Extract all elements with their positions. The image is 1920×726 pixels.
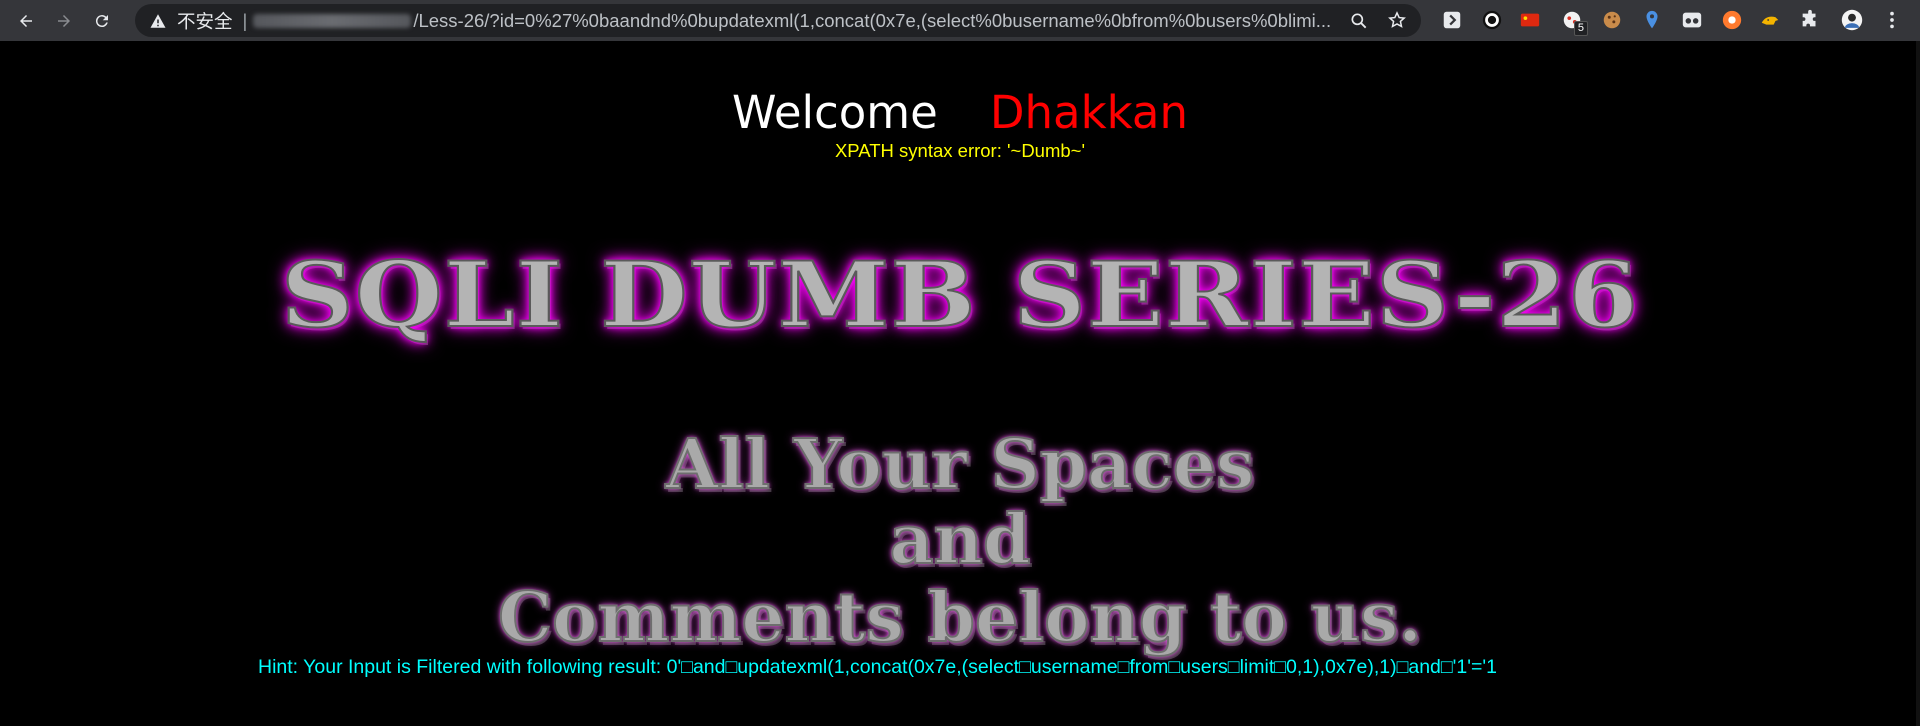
extension-cookie-icon[interactable] bbox=[1600, 8, 1624, 32]
back-button[interactable] bbox=[8, 3, 44, 39]
extension-ring-icon[interactable] bbox=[1480, 8, 1504, 32]
warning-triangle-icon bbox=[150, 13, 166, 28]
reload-button[interactable] bbox=[84, 3, 120, 39]
url-separator: | bbox=[242, 9, 248, 31]
page-scrollbar[interactable] bbox=[1916, 41, 1920, 726]
not-secure-label[interactable]: 不安全 bbox=[177, 8, 233, 34]
browser-menu-kebab-icon[interactable] bbox=[1880, 8, 1904, 32]
forward-button[interactable] bbox=[46, 3, 82, 39]
welcome-text: Welcome bbox=[731, 86, 938, 139]
blurred-host bbox=[253, 13, 412, 28]
address-bar[interactable]: 不安全 | /Less-26/?id=0%27%0baandnd%0bupdat… bbox=[135, 4, 1421, 37]
banner-line-1: All Your Spaces bbox=[665, 424, 1256, 506]
extension-bracket-icon[interactable] bbox=[1440, 8, 1464, 32]
welcome-heading: Welcome Dhakkan bbox=[0, 85, 1920, 141]
banner-title-image: SQLI DUMB SERIES-26 bbox=[280, 241, 1640, 349]
zoom-icon[interactable] bbox=[1349, 11, 1369, 31]
bookmark-star-icon[interactable] bbox=[1387, 10, 1407, 30]
user-name-text: Dhakkan bbox=[989, 86, 1188, 139]
forward-arrow-icon bbox=[58, 14, 70, 27]
extension-cookie-badge-icon[interactable]: 5 bbox=[1560, 8, 1588, 36]
browser-toolbar: 不安全 | /Less-26/?id=0%27%0baandnd%0bupdat… bbox=[0, 0, 1920, 41]
filter-hint-text: Hint: Your Input is Filtered with follow… bbox=[258, 656, 1497, 678]
extension-cheetah-icon[interactable] bbox=[1758, 8, 1782, 32]
back-arrow-icon bbox=[20, 14, 32, 27]
banner-line-3: Comments belong to us. bbox=[497, 577, 1423, 659]
extensions-puzzle-icon[interactable] bbox=[1798, 8, 1822, 32]
profile-avatar[interactable] bbox=[1838, 6, 1866, 34]
url-text[interactable]: /Less-26/?id=0%27%0baandnd%0bupdatexml(1… bbox=[413, 10, 1331, 32]
xpath-error-message: XPATH syntax error: '~Dumb~' bbox=[834, 140, 1086, 161]
extension-glasses-icon[interactable] bbox=[1680, 8, 1704, 32]
banner-line-2: and bbox=[888, 499, 1031, 581]
extension-lifebuoy-icon[interactable] bbox=[1720, 8, 1744, 32]
extension-location-pin-icon[interactable] bbox=[1640, 8, 1664, 32]
extension-flag-icon[interactable] bbox=[1518, 8, 1542, 32]
reload-icon bbox=[95, 14, 108, 27]
extension-badge-count: 5 bbox=[1573, 21, 1588, 36]
